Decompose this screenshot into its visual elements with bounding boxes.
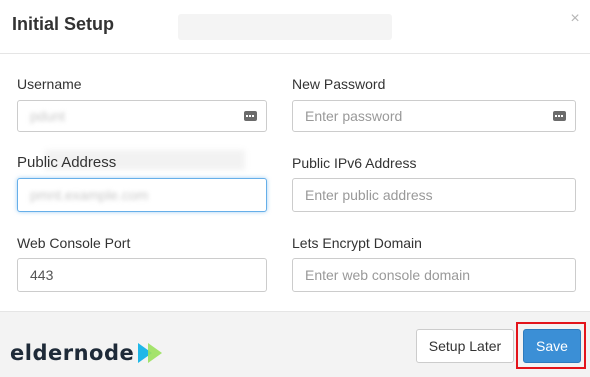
web-console-port-label: Web Console Port [17, 235, 131, 251]
save-highlight-box [516, 322, 586, 369]
keyboard-icon[interactable] [553, 111, 566, 121]
new-password-label: New Password [292, 76, 386, 92]
eldernode-logo: eldernode [10, 340, 166, 366]
dialog-title: Initial Setup [12, 14, 115, 34]
setup-later-button[interactable]: Setup Later [416, 329, 514, 363]
public-address-value: pmnt.example.com [30, 187, 149, 203]
lets-encrypt-label: Lets Encrypt Domain [292, 235, 422, 251]
username-label: Username [17, 76, 82, 92]
lets-encrypt-input[interactable]: Enter web console domain [292, 258, 576, 292]
web-console-port-input[interactable]: 443 [17, 258, 267, 292]
keyboard-icon[interactable] [244, 111, 257, 121]
public-ipv6-input[interactable]: Enter public address [292, 178, 576, 212]
blurred-header-region [178, 14, 392, 40]
new-password-input[interactable]: Enter password [292, 100, 576, 132]
username-input[interactable]: pdunt [17, 100, 267, 132]
username-value: pdunt [30, 108, 66, 124]
public-ipv6-label: Public IPv6 Address [292, 155, 417, 171]
web-console-port-value: 443 [30, 267, 54, 283]
public-ipv6-placeholder: Enter public address [305, 187, 433, 203]
lets-encrypt-placeholder: Enter web console domain [305, 267, 470, 283]
public-address-input[interactable]: pmnt.example.com [17, 178, 267, 212]
new-password-placeholder: Enter password [305, 108, 403, 124]
logo-text: eldernode [10, 341, 135, 365]
close-icon[interactable]: × [568, 11, 582, 27]
play-arrows-icon [138, 343, 163, 363]
dialog-header: Initial Setup × [0, 0, 590, 54]
public-address-label: Public Address [17, 154, 117, 171]
